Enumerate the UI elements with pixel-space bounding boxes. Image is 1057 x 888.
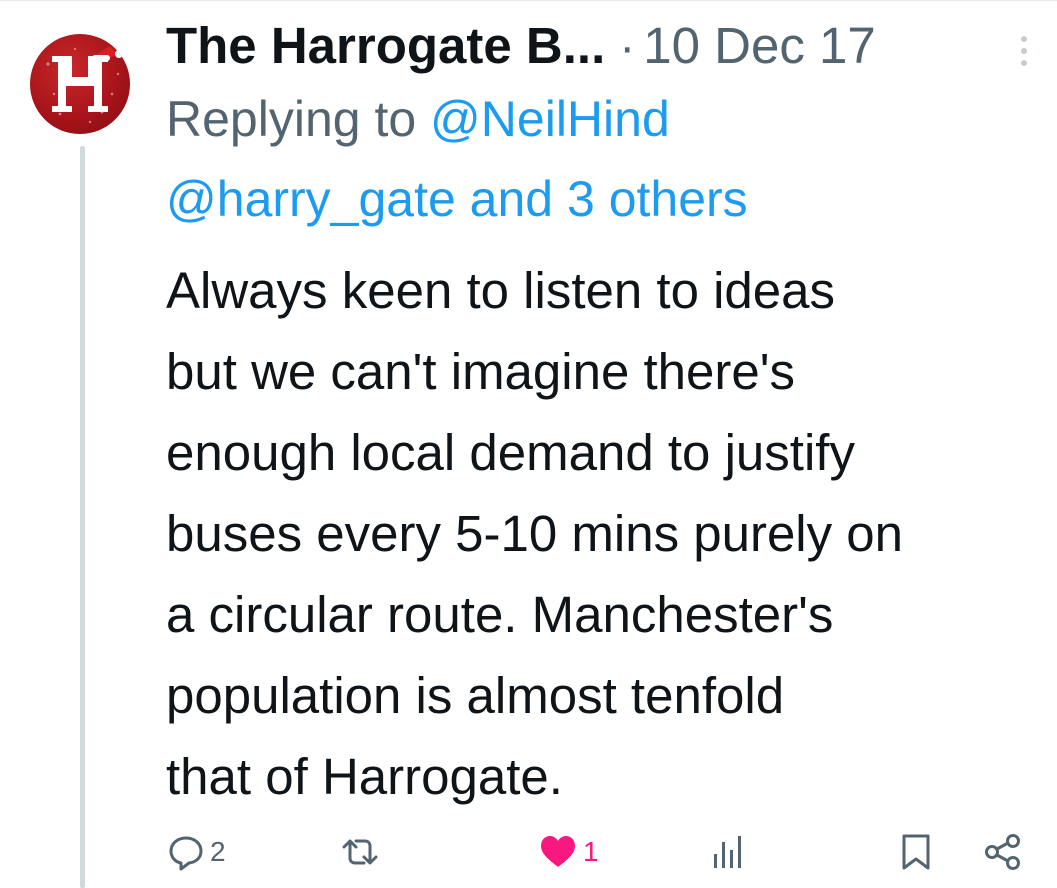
avatar[interactable]: [30, 34, 130, 134]
more-options-icon[interactable]: [1017, 36, 1031, 76]
tweet-body: Always keen to listen to ideas but we ca…: [166, 250, 1046, 817]
top-divider: [0, 0, 1057, 1]
thread-line: [80, 146, 85, 888]
reply-button[interactable]: 2: [166, 830, 226, 874]
tweet-header: The Harrogate B... · 10 Dec 17: [166, 16, 876, 78]
replying-to: Replying to @NeilHind: [166, 86, 670, 152]
heart-icon: [541, 836, 575, 867]
tweet-date[interactable]: 10 Dec 17: [643, 16, 876, 75]
tweet-actions: 2 1: [0, 820, 1057, 884]
separator-dot: ·: [619, 21, 636, 74]
reply-icon: [169, 836, 203, 871]
bookmark-button[interactable]: [898, 830, 934, 874]
views-button[interactable]: [708, 830, 748, 874]
like-count: 1: [583, 836, 599, 867]
tweet-body-line: that of Harrogate.: [166, 748, 563, 805]
avatar-logo-icon: [46, 46, 123, 124]
replying-handle-link[interactable]: @NeilHind: [430, 91, 670, 147]
share-button[interactable]: [983, 830, 1023, 874]
tweet-body-line: Always keen to listen to ideas: [166, 262, 836, 319]
tweet-body-line: but we can't imagine there's: [166, 343, 795, 400]
reply-count: 2: [210, 836, 226, 867]
like-button[interactable]: 1: [537, 830, 599, 874]
replying-others-link[interactable]: @harry_gate and 3 others: [166, 166, 748, 232]
tweet-body-line: buses every 5-10 mins purely on: [166, 505, 904, 562]
share-icon: [985, 834, 1020, 870]
analytics-icon: [714, 836, 741, 868]
author-name[interactable]: The Harrogate B...: [166, 16, 605, 75]
tweet-body-line: a circular route. Manchester's: [166, 586, 834, 643]
retweet-button[interactable]: [338, 830, 382, 874]
replying-prefix: Replying to: [166, 91, 431, 147]
retweet-icon: [342, 839, 378, 865]
tweet-body-line: population is almost tenfold: [166, 667, 785, 724]
bookmark-icon: [902, 834, 930, 870]
tweet-body-line: enough local demand to justify: [166, 424, 855, 481]
